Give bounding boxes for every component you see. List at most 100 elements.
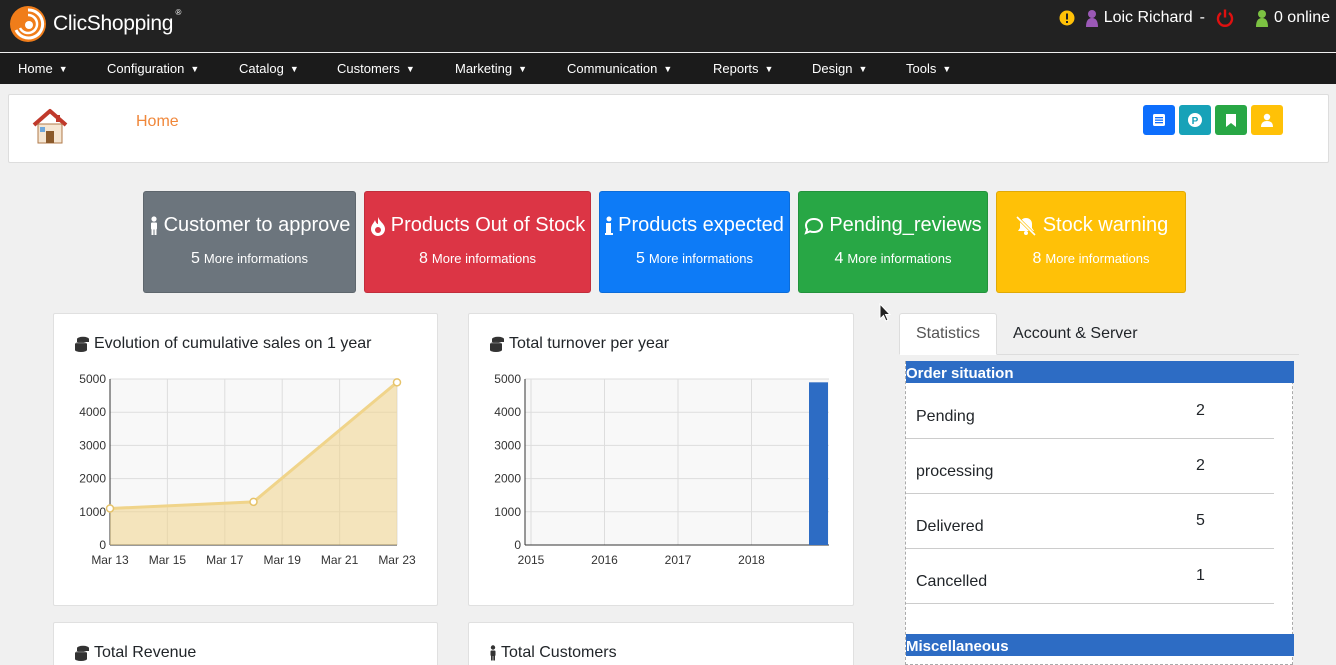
x-tick-label: 2015: [518, 553, 545, 567]
y-tick-label: 0: [99, 538, 106, 552]
nav-marketing[interactable]: Marketing ▼: [455, 61, 527, 76]
stat-label: processing: [916, 463, 994, 480]
online-users-icon: [1255, 9, 1269, 27]
caret-down-icon: ▼: [190, 63, 200, 74]
coins-icon: [74, 645, 90, 661]
app-logo[interactable]: ClicShopping ®: [8, 4, 182, 44]
stat-row: Delivered 5: [906, 494, 1274, 549]
x-tick-label: 2017: [665, 553, 692, 567]
caret-down-icon: ▼: [58, 63, 68, 74]
caret-down-icon: ▼: [764, 63, 774, 74]
more-informations-link[interactable]: More informations: [847, 251, 951, 266]
x-tick-label: Mar 21: [321, 553, 359, 567]
plot-area: [525, 379, 829, 545]
caret-down-icon: ▼: [942, 63, 952, 74]
fire-icon: [370, 216, 386, 236]
info-box-stock-warning[interactable]: Stock warning 8 More informations: [996, 191, 1186, 293]
info-box-title: Stock warning: [1042, 214, 1169, 236]
more-informations-link[interactable]: More informations: [432, 251, 536, 266]
y-tick-label: 3000: [494, 438, 521, 452]
more-informations-link[interactable]: More informations: [204, 251, 308, 266]
nav-home[interactable]: Home ▼: [18, 61, 68, 76]
data-point: [249, 497, 258, 507]
person-icon: [489, 645, 497, 661]
parking-icon: P: [1188, 113, 1202, 127]
stat-label: Pending: [916, 408, 975, 425]
stat-value: 1: [1196, 567, 1205, 584]
user-button[interactable]: [1251, 105, 1283, 135]
miscellaneous-heading: Miscellaneous: [906, 634, 1294, 656]
data-point: [105, 504, 115, 513]
stat-row: processing 2: [906, 439, 1274, 494]
sales-chart-panel: Evolution of cumulative sales on 1 year …: [53, 313, 438, 606]
turnover-chart-panel: Total turnover per year 0 1000 2000 3000 400…: [468, 313, 854, 606]
info-box-title: Products Out of Stock: [390, 214, 586, 236]
x-tick-label: 2018: [738, 553, 765, 567]
warning-icon[interactable]: [1059, 10, 1075, 26]
revenue-panel: Total Revenue: [53, 622, 438, 665]
y-tick-label: 5000: [494, 372, 521, 386]
logo-swirl-icon: [10, 6, 46, 42]
nav-catalog[interactable]: Catalog ▼: [239, 61, 299, 76]
bar: [809, 382, 828, 545]
more-informations-link[interactable]: More informations: [649, 251, 753, 266]
app-name: ClicShopping ®: [53, 8, 182, 35]
x-tick-label: Mar 15: [149, 553, 187, 567]
user-separator: -: [1199, 9, 1205, 26]
x-tick-label: Mar 23: [378, 553, 416, 567]
info-box-customer-approve[interactable]: Customer to approve 5 More informations: [143, 191, 356, 293]
tab-statistics[interactable]: Statistics: [899, 313, 998, 355]
user-name[interactable]: Loic Richard: [1104, 9, 1193, 27]
stat-value: 5: [1196, 512, 1205, 529]
info-box-title: Products expected: [618, 214, 784, 236]
customers-panel: Total Customers: [468, 622, 854, 665]
list-button[interactable]: [1143, 105, 1175, 135]
nav-design[interactable]: Design ▼: [812, 61, 867, 76]
quick-action-buttons: P: [1143, 105, 1287, 135]
info-box-products-expected[interactable]: Products expected 5 More informations: [599, 191, 790, 293]
caret-down-icon: ▼: [405, 63, 415, 74]
svg-text:P: P: [1192, 116, 1199, 127]
x-tick-label: Mar 19: [264, 553, 302, 567]
top-header: ClicShopping ® Loic Richard - 0 online: [0, 0, 1336, 52]
info-icon: [605, 216, 614, 236]
online-count: 0 online: [1273, 9, 1330, 26]
y-tick-label: 3000: [79, 438, 106, 452]
info-box-count: 8: [1032, 250, 1042, 267]
stat-value: 2: [1196, 402, 1205, 419]
main-navigation: Home ▼ Configuration ▼ Catalog ▼ Customers ▼…: [0, 53, 1336, 84]
caret-down-icon: ▼: [289, 63, 299, 74]
x-tick-label: Mar 17: [206, 553, 244, 567]
sales-area-chart: 0 1000 2000 3000 4000 5000 Mar 13 Mar 15 Mar 17 M…: [79, 372, 416, 567]
mouse-cursor-icon: [879, 303, 891, 322]
caret-down-icon: ▼: [858, 63, 868, 74]
y-tick-label: 1000: [79, 505, 106, 519]
info-box-pending-reviews[interactable]: Pending_reviews 4 More informations: [798, 191, 988, 293]
caret-down-icon: ▼: [518, 63, 527, 74]
nav-customers[interactable]: Customers ▼: [337, 61, 415, 76]
info-box-count: 4: [834, 250, 844, 267]
info-box-count: 5: [636, 250, 645, 267]
power-icon[interactable]: [1216, 9, 1234, 27]
nav-reports[interactable]: Reports ▼: [713, 61, 773, 76]
bell-slash-icon: [1014, 215, 1038, 236]
more-informations-link[interactable]: More informations: [1045, 251, 1149, 266]
x-tick-label: 2016: [591, 553, 618, 567]
nav-configuration[interactable]: Configuration ▼: [107, 61, 199, 76]
tab-account-server[interactable]: Account & Server: [997, 313, 1154, 355]
nav-communication[interactable]: Communication ▼: [567, 61, 672, 76]
x-tick-label: Mar 13: [91, 553, 129, 567]
stat-row: Pending 2: [906, 384, 1274, 439]
info-box-out-of-stock[interactable]: Products Out of Stock 8 More informations: [364, 191, 591, 293]
panel-title: Total Customers: [501, 644, 617, 661]
y-tick-label: 5000: [79, 372, 106, 386]
nav-tools[interactable]: Tools ▼: [906, 61, 951, 76]
info-box-title: Pending_reviews: [829, 214, 982, 236]
parking-button[interactable]: P: [1179, 105, 1211, 135]
y-tick-label: 2000: [494, 472, 521, 486]
bookmark-button[interactable]: [1215, 105, 1247, 135]
page-title[interactable]: Home: [136, 113, 179, 131]
comment-icon: [804, 217, 824, 235]
statistics-panel: Order situation Pending 2 processing 2 D…: [905, 361, 1294, 665]
list-icon: [1153, 114, 1165, 126]
